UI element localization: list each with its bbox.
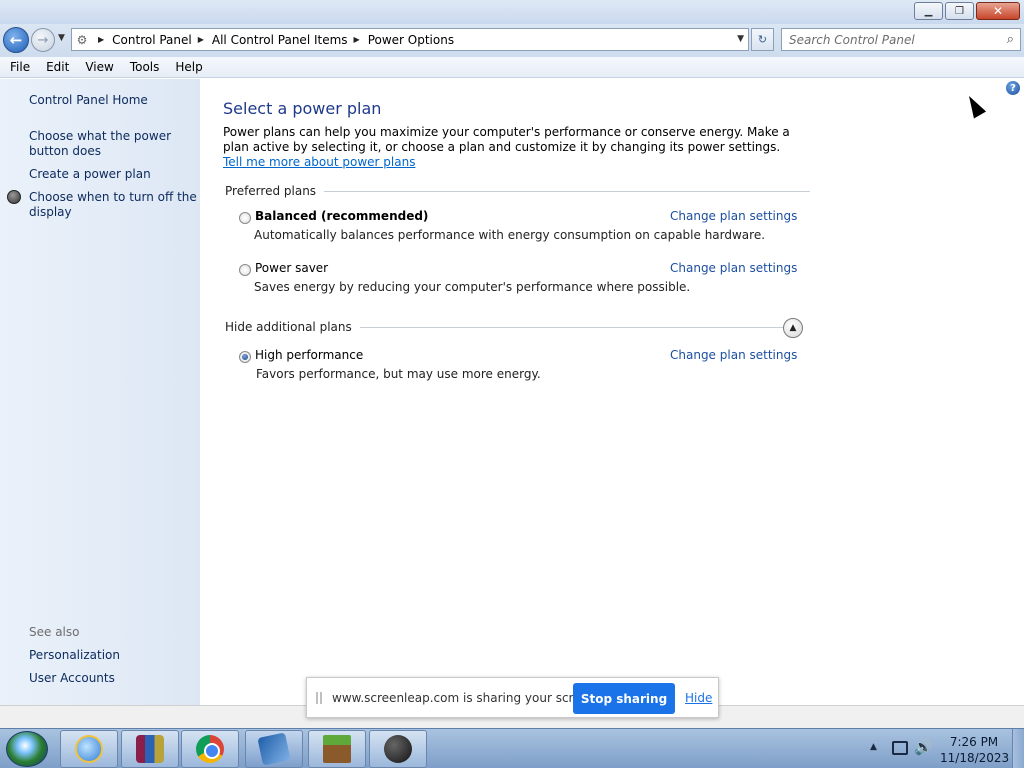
personalization-link[interactable]: Personalization <box>29 648 197 663</box>
intro-text: Power plans can help you maximize your c… <box>223 125 803 170</box>
taskbar: ▲ 🔊 7:26 PM 11/18/2023 <box>0 728 1024 768</box>
taskbar-bomb-app[interactable] <box>369 730 427 768</box>
back-button[interactable]: ← <box>3 27 29 53</box>
collapse-plans-button[interactable]: ▲ <box>783 318 803 338</box>
taskbar-control-panel[interactable] <box>245 730 303 768</box>
balanced-radio[interactable] <box>239 212 251 224</box>
taskbar-internet-explorer[interactable] <box>60 730 118 768</box>
taskbar-winrar[interactable] <box>121 730 179 768</box>
preferred-plans-section: Preferred plans <box>225 184 811 198</box>
restore-button[interactable]: ❐ <box>945 2 974 20</box>
menu-tools[interactable]: Tools <box>124 60 166 74</box>
minimize-button[interactable]: ▁ <box>914 2 943 20</box>
menu-help[interactable]: Help <box>169 60 208 74</box>
see-also-label: See also <box>29 625 80 639</box>
start-button[interactable] <box>6 731 48 767</box>
recent-pages-dropdown[interactable]: ▼ <box>58 33 65 43</box>
control-panel-icon: ⚙ <box>76 32 88 47</box>
close-button[interactable]: ✕ <box>976 2 1020 20</box>
show-desktop-button[interactable] <box>1012 729 1024 768</box>
volume-icon[interactable]: 🔊 <box>914 738 933 756</box>
change-plan-settings-link[interactable]: Change plan settings <box>670 209 797 223</box>
additional-plans-section: Hide additional plans <box>225 320 794 334</box>
task-pane: Control Panel Home Choose what the power… <box>0 79 200 705</box>
forward-arrow-icon: → <box>37 32 49 48</box>
tell-me-more-link[interactable]: Tell me more about power plans <box>223 155 415 169</box>
intro-body: Power plans can help you maximize your c… <box>223 125 790 154</box>
forward-button[interactable]: → <box>31 28 55 52</box>
drag-handle-icon[interactable] <box>316 692 322 704</box>
back-arrow-icon: ← <box>9 31 23 49</box>
taskbar-chrome[interactable] <box>181 730 239 768</box>
breadcrumb-arrow-icon[interactable]: ▶ <box>98 35 104 44</box>
chrome-icon <box>196 735 224 763</box>
menu-view[interactable]: View <box>79 60 119 74</box>
chevron-up-icon: ▲ <box>789 323 797 333</box>
turn-off-display-link[interactable]: Choose when to turn off the display <box>29 190 197 220</box>
share-message: www.screenleap.com is sharing your scree… <box>332 691 600 705</box>
menu-edit[interactable]: Edit <box>40 60 75 74</box>
menu-file[interactable]: File <box>4 60 36 74</box>
breadcrumb-control-panel[interactable]: Control Panel <box>112 33 192 47</box>
taskbar-minecraft[interactable] <box>308 730 366 768</box>
refresh-button[interactable]: ↻ <box>751 28 774 51</box>
bomb-icon <box>384 735 412 763</box>
address-dropdown[interactable]: ▼ <box>737 34 744 44</box>
plan-description: Automatically balances performance with … <box>254 228 766 242</box>
network-icon[interactable] <box>892 741 908 755</box>
plan-description: Favors performance, but may use more ene… <box>256 367 541 381</box>
breadcrumb-arrow-icon[interactable]: ▶ <box>198 35 204 44</box>
clock-date: 11/18/2023 <box>940 751 1010 765</box>
power-saver-radio[interactable] <box>239 264 251 276</box>
window-title-bar: ▁ ❐ ✕ <box>0 0 1024 24</box>
plan-name[interactable]: Power saver <box>255 261 328 275</box>
minecraft-icon <box>323 735 351 763</box>
clock-time: 7:26 PM <box>949 735 999 749</box>
change-plan-settings-link[interactable]: Change plan settings <box>670 348 797 362</box>
plan-name[interactable]: High performance <box>255 348 363 362</box>
refresh-icon: ↻ <box>757 33 768 46</box>
shield-icon <box>7 190 21 204</box>
breadcrumb-all-items[interactable]: All Control Panel Items <box>212 33 348 47</box>
hide-additional-plans-label[interactable]: Hide additional plans <box>225 320 352 334</box>
winrar-icon <box>136 735 164 763</box>
change-plan-settings-link[interactable]: Change plan settings <box>670 261 797 275</box>
control-panel-home-link[interactable]: Control Panel Home <box>29 93 197 108</box>
hide-link[interactable]: Hide <box>685 691 712 705</box>
help-icon[interactable]: ? <box>1006 81 1020 95</box>
search-icon[interactable]: ⌕ <box>1007 32 1014 47</box>
internet-explorer-icon <box>75 735 103 763</box>
plan-name[interactable]: Balanced (recommended) <box>255 209 428 223</box>
breadcrumb-power-options[interactable]: Power Options <box>368 33 454 47</box>
high-performance-radio[interactable] <box>239 351 251 363</box>
user-accounts-link[interactable]: User Accounts <box>29 671 197 686</box>
control-panel-app-icon <box>257 732 291 766</box>
page-title: Select a power plan <box>223 99 382 118</box>
create-power-plan-link[interactable]: Create a power plan <box>29 167 197 182</box>
menu-bar: File Edit View Tools Help <box>0 57 1024 78</box>
show-hidden-icons-icon[interactable]: ▲ <box>870 742 877 752</box>
plan-description: Saves energy by reducing your computer's… <box>254 280 691 294</box>
address-bar[interactable]: ⚙ ▶ Control Panel ▶ All Control Panel It… <box>71 28 749 51</box>
search-box: ⌕ <box>781 28 1021 51</box>
screen-share-bar: www.screenleap.com is sharing your scree… <box>306 677 719 718</box>
main-content: ? Select a power plan Power plans can he… <box>200 79 1024 705</box>
preferred-plans-label: Preferred plans <box>225 184 317 198</box>
breadcrumb-arrow-icon[interactable]: ▶ <box>354 35 360 44</box>
system-clock[interactable]: 7:26 PM 11/18/2023 <box>940 734 1010 766</box>
address-toolbar: ← → ▼ ⚙ ▶ Control Panel ▶ All Control Pa… <box>0 24 1024 57</box>
power-button-link[interactable]: Choose what the power button does <box>29 129 197 159</box>
section-divider <box>359 326 794 328</box>
section-divider <box>324 190 811 192</box>
stop-sharing-button[interactable]: Stop sharing <box>573 683 675 714</box>
search-input[interactable] <box>782 29 992 50</box>
